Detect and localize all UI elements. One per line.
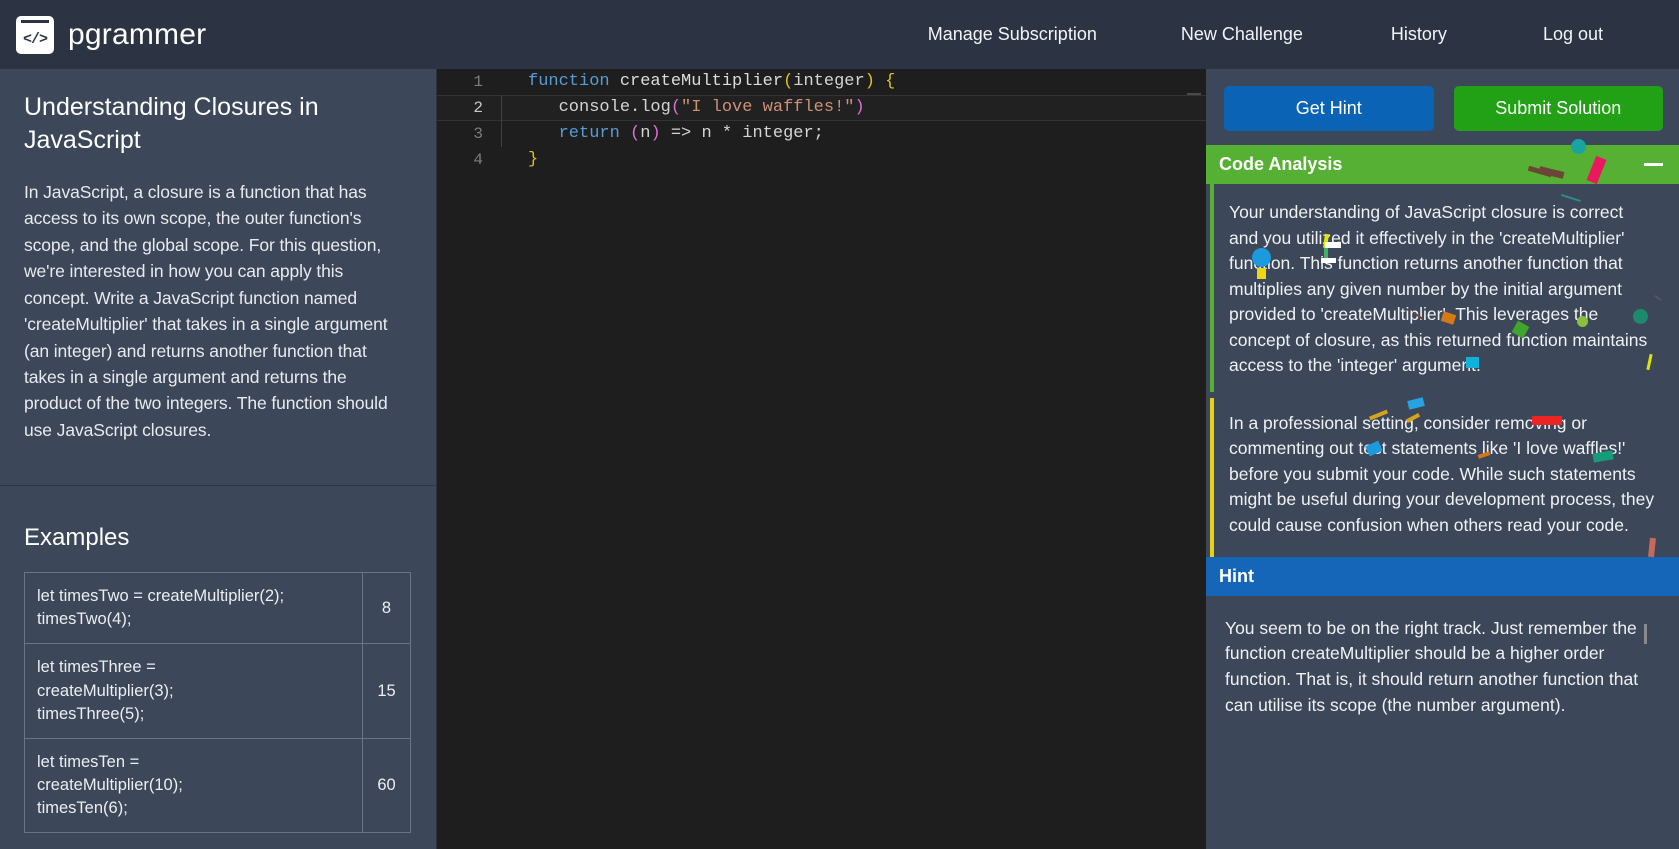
nav-links: Manage Subscription New Challenge Histor… [904, 24, 1679, 45]
hint-title: Hint [1219, 565, 1254, 586]
code-line-text[interactable]: console.log("I love waffles!") [523, 95, 1206, 121]
fold-guide [501, 121, 523, 147]
hint-header: Hint [1206, 556, 1679, 596]
example-input-2: let timesTen = createMultiplier(10); tim… [24, 737, 363, 833]
example-input-1: let timesThree = createMultiplier(3); ti… [24, 643, 363, 739]
code-line-1[interactable]: 1 function createMultiplier(integer) { [437, 69, 1206, 95]
code-editor[interactable]: 1 function createMultiplier(integer) { 2… [437, 69, 1206, 849]
examples-heading: Examples [24, 524, 130, 552]
analysis-paragraph: In a professional setting, consider remo… [1210, 397, 1679, 557]
hint-body: You seem to be on the right track. Just … [1225, 617, 1639, 716]
example-input-line: createMultiplier(3); [37, 681, 174, 700]
line-number: 2 [473, 99, 483, 117]
analysis-paragraph: Your understanding of JavaScript closure… [1210, 184, 1679, 392]
example-input-line: createMultiplier(10); [37, 775, 183, 794]
fold-guide [501, 95, 523, 121]
editor-scrollbar[interactable] [1187, 93, 1201, 95]
problem-title: Understanding Closures in JavaScript [24, 93, 319, 154]
top-navbar: </> pgrammer Manage Subscription New Cha… [0, 0, 1679, 69]
problem-description: In JavaScript, a closure is a function t… [24, 182, 388, 440]
example-input-0: let timesTwo = createMultiplier(2); time… [24, 572, 363, 645]
example-input-line: let timesTwo = createMultiplier(2); [37, 587, 285, 606]
example-output-2: 60 [362, 737, 411, 833]
code-line-4[interactable]: 4 } [437, 147, 1206, 173]
example-output-0: 8 [362, 572, 411, 645]
line-number: 4 [473, 151, 483, 169]
line-number: 3 [473, 125, 483, 143]
code-logo-icon: </> [16, 15, 54, 54]
get-hint-button[interactable]: Get Hint [1224, 86, 1434, 131]
brand-logo[interactable]: </> pgrammer [16, 15, 207, 54]
examples-table: let timesTwo = createMultiplier(2); time… [24, 572, 411, 833]
fold-guide [501, 69, 523, 95]
submit-solution-button[interactable]: Submit Solution [1453, 86, 1663, 131]
code-line-text[interactable]: } [523, 147, 1206, 173]
brand-name: pgrammer [68, 17, 207, 51]
action-bar: Get Hint Submit Solution [1206, 69, 1679, 145]
minimize-icon[interactable] [1644, 163, 1663, 166]
nav-link-new-challenge[interactable]: New Challenge [1157, 24, 1327, 45]
code-line-text[interactable]: function createMultiplier(integer) { [523, 69, 1206, 95]
workspace: Understanding Closures in JavaScript In … [0, 69, 1679, 849]
problem-panel: Understanding Closures in JavaScript In … [0, 69, 437, 849]
code-line-2[interactable]: 2 console.log("I love waffles!") [437, 95, 1206, 121]
logo-glyph-text: </> [22, 30, 48, 48]
table-row: let timesTen = createMultiplier(10); tim… [24, 737, 411, 833]
example-input-line: timesTwo(4); [37, 610, 132, 629]
fold-guide [501, 147, 523, 173]
nav-link-manage-subscription[interactable]: Manage Subscription [904, 24, 1121, 45]
example-input-line: let timesThree = [37, 658, 156, 677]
example-input-line: timesTen(6); [37, 798, 128, 817]
code-line-text[interactable]: return (n) => n * integer; [523, 121, 1206, 147]
example-input-line: timesThree(5); [37, 704, 145, 723]
code-analysis-title: Code Analysis [1219, 154, 1343, 174]
nav-link-log-out[interactable]: Log out [1519, 24, 1627, 45]
code-analysis-body: Your understanding of JavaScript closure… [1206, 184, 1679, 557]
nav-link-history[interactable]: History [1367, 24, 1471, 45]
table-row: let timesThree = createMultiplier(3); ti… [24, 643, 411, 739]
example-input-line: let timesTen = [37, 752, 140, 771]
code-line-3[interactable]: 3 return (n) => n * integer; [437, 121, 1206, 147]
line-number: 1 [473, 73, 483, 91]
example-output-1: 15 [362, 643, 411, 739]
code-analysis-header: Code Analysis [1206, 145, 1679, 184]
panel-divider [0, 485, 436, 487]
table-row: let timesTwo = createMultiplier(2); time… [24, 572, 411, 645]
feedback-panel: Get Hint Submit Solution Code Analysis Y… [1206, 69, 1679, 849]
